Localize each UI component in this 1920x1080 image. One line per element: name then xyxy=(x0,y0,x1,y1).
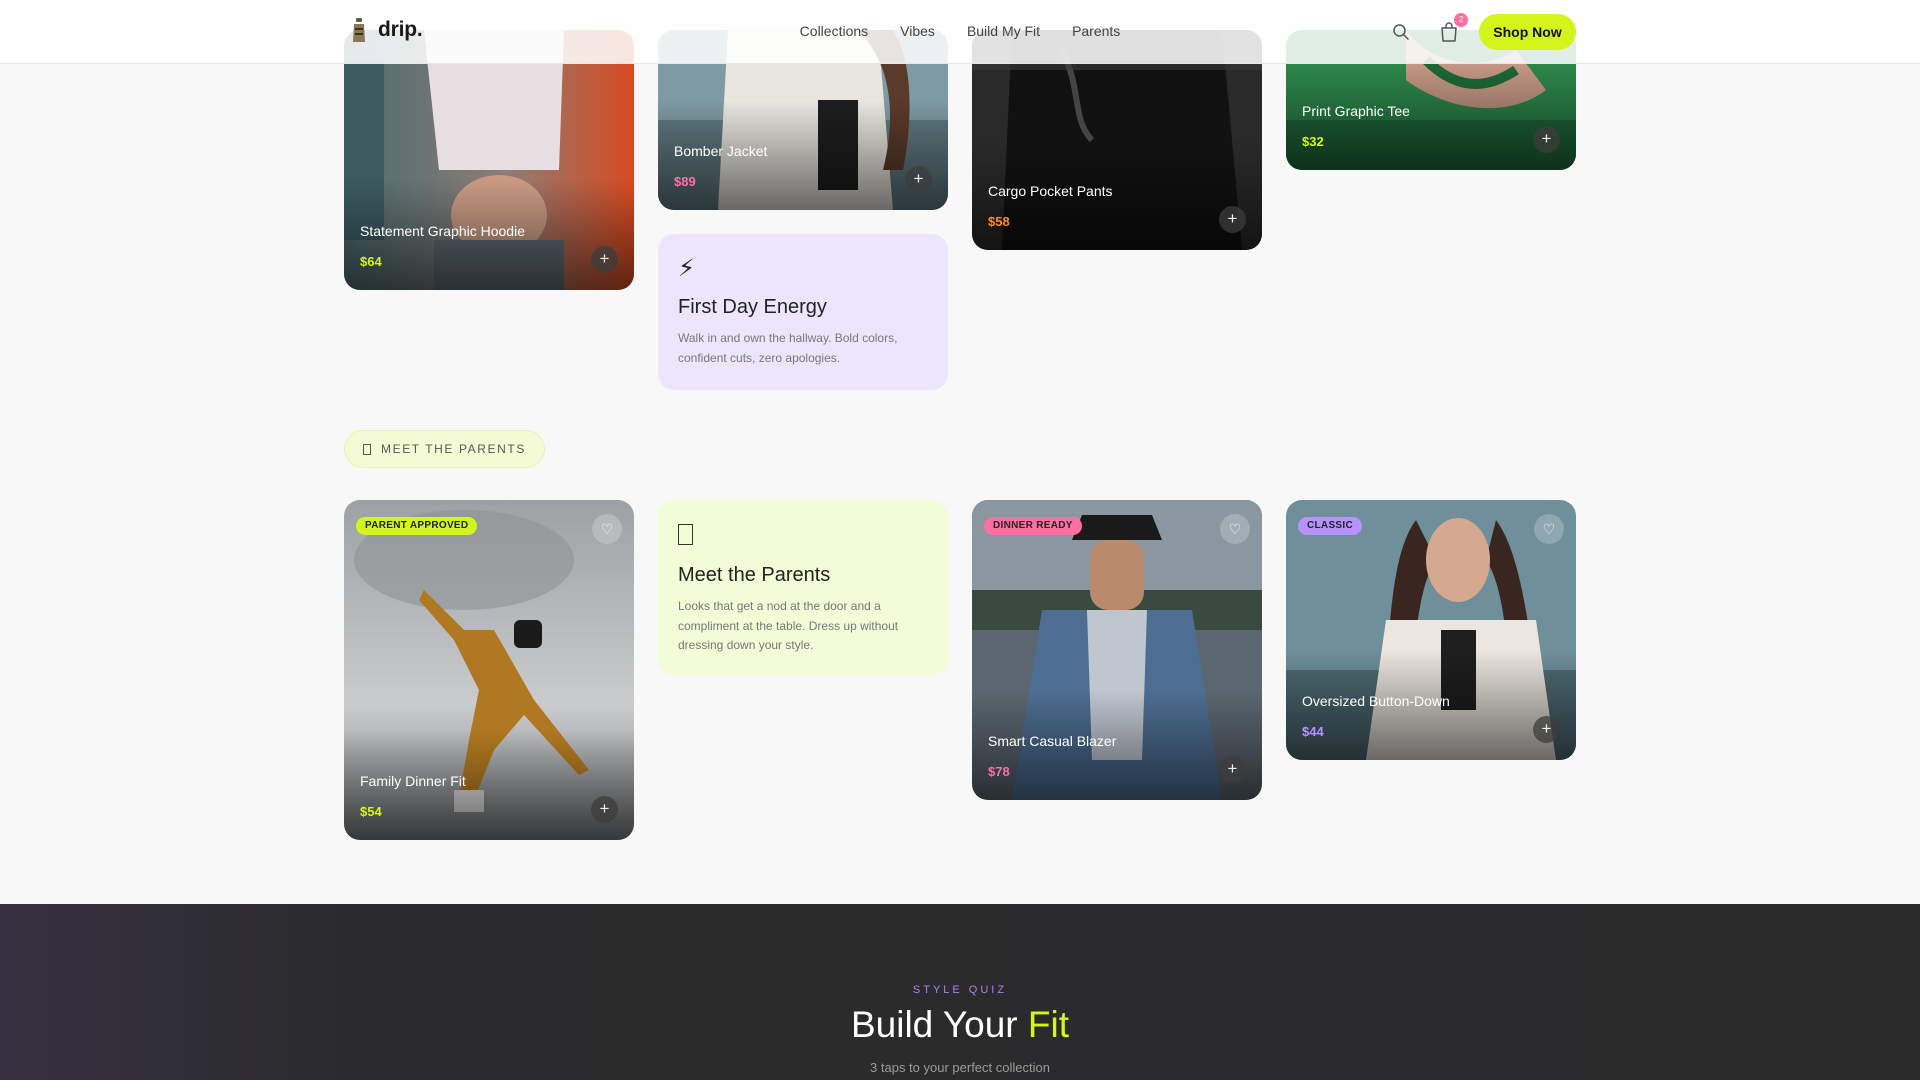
product-name: Oversized Button-Down xyxy=(1302,693,1450,709)
add-to-cart-button[interactable]: + xyxy=(1219,206,1246,233)
quiz-title-accent: Fit xyxy=(1027,1004,1070,1045)
info-card-text: Walk in and own the hallway. Bold colors… xyxy=(678,331,898,365)
product-card-oversized-button-down[interactable]: CLASSIC ♡ Oversized Button-Down $44 + xyxy=(1286,500,1576,760)
product-price: $32 xyxy=(1302,134,1324,149)
style-quiz-section: STYLE QUIZ Build Your Fit 3 taps to your… xyxy=(0,904,1920,1080)
add-to-cart-button[interactable]: + xyxy=(1533,716,1560,743)
product-name: Cargo Pocket Pants xyxy=(988,183,1113,199)
product-name: Family Dinner Fit xyxy=(360,773,466,789)
add-to-cart-button[interactable]: + xyxy=(1533,126,1560,153)
quiz-kicker: STYLE QUIZ xyxy=(912,984,1008,996)
product-price: $54 xyxy=(360,804,382,819)
product-name: Bomber Jacket xyxy=(674,143,768,159)
section-pill-meet-the-parents: MEET THE PARENTS xyxy=(344,430,545,468)
shop-now-button[interactable]: Shop Now xyxy=(1479,14,1576,50)
favorite-heart-icon[interactable]: ♡ xyxy=(592,514,622,544)
info-card-text: Looks that get a nod at the door and a c… xyxy=(678,599,899,652)
lightning-icon: ⚡︎ xyxy=(678,255,695,282)
favorite-heart-icon[interactable]: ♡ xyxy=(1220,514,1250,544)
first-day-energy-card: ⚡︎ First Day Energy Walk in and own the … xyxy=(658,234,948,390)
section-pill-label: MEET THE PARENTS xyxy=(381,442,526,456)
product-price: $78 xyxy=(988,764,1010,779)
badge-classic: CLASSIC xyxy=(1298,517,1362,535)
nav-parents[interactable]: Parents xyxy=(1072,23,1120,39)
cart-count-badge: 2 xyxy=(1454,13,1468,27)
add-to-cart-button[interactable]: + xyxy=(591,796,618,823)
product-name: Print Graphic Tee xyxy=(1302,103,1410,119)
product-price: $58 xyxy=(988,214,1010,229)
phone-icon xyxy=(363,443,371,455)
nav-build-my-fit[interactable]: Build My Fit xyxy=(967,23,1040,39)
logo-text: drip. xyxy=(378,18,423,41)
search-icon[interactable] xyxy=(1391,22,1411,42)
site-header: drip. Collections Vibes Build My Fit Par… xyxy=(0,0,1920,64)
product-name: Statement Graphic Hoodie xyxy=(360,223,525,239)
product-card-statement-graphic-hoodie[interactable]: Statement Graphic Hoodie $64 + xyxy=(344,30,634,290)
product-price: $44 xyxy=(1302,724,1324,739)
product-price: $89 xyxy=(674,174,696,189)
nav-collections[interactable]: Collections xyxy=(800,23,868,39)
quiz-title: Build Your Fit xyxy=(0,1004,1920,1046)
add-to-cart-button[interactable]: + xyxy=(591,246,618,273)
meet-the-parents-card: Meet the Parents Looks that get a nod at… xyxy=(658,500,948,675)
nav-vibes[interactable]: Vibes xyxy=(900,23,935,39)
product-card-smart-casual-blazer[interactable]: DINNER READY ♡ Smart Casual Blazer $78 + xyxy=(972,500,1262,800)
product-name: Smart Casual Blazer xyxy=(988,733,1117,749)
phone-icon xyxy=(678,524,928,552)
add-to-cart-button[interactable]: + xyxy=(1219,756,1246,783)
logo[interactable]: drip. xyxy=(352,18,423,42)
quiz-title-main: Build Your xyxy=(850,1004,1028,1045)
main-nav: Collections Vibes Build My Fit Parents xyxy=(0,23,1920,39)
info-card-title: Meet the Parents xyxy=(678,564,831,586)
info-card-title: First Day Energy xyxy=(678,296,827,318)
product-price: $64 xyxy=(360,254,382,269)
quiz-subtitle: 3 taps to your perfect collection xyxy=(870,1060,1050,1075)
add-to-cart-button[interactable]: + xyxy=(905,166,932,193)
logo-icon xyxy=(353,18,365,42)
badge-dinner-ready: DINNER READY xyxy=(984,517,1082,535)
product-card-family-dinner-fit[interactable]: PARENT APPROVED ♡ Family Dinner Fit $54 … xyxy=(344,500,634,840)
badge-parent-approved: PARENT APPROVED xyxy=(356,517,478,535)
favorite-heart-icon[interactable]: ♡ xyxy=(1534,514,1564,544)
